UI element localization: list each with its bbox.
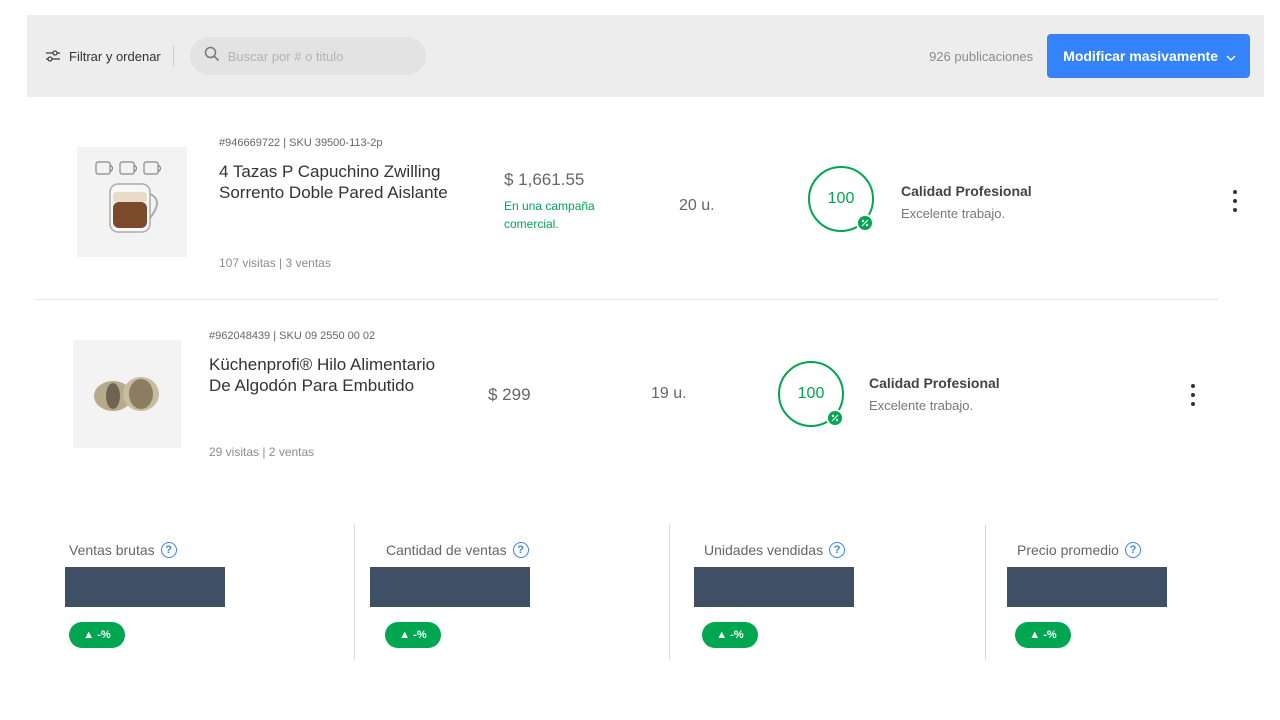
metric-label: Unidades vendidas (704, 542, 824, 558)
metric-value-redacted (370, 567, 530, 607)
listing-stock: 19 u. (651, 385, 687, 402)
listing-meta: #946669722 | SKU 39500-113-2p (219, 137, 383, 149)
help-icon[interactable]: ? (160, 542, 177, 558)
help-icon[interactable]: ? (512, 542, 529, 558)
bulk-edit-label: Modificar masivamente (1063, 48, 1218, 64)
metric-label: Cantidad de ventas (386, 542, 507, 558)
sliders-icon (45, 49, 61, 63)
listing-stock: 20 u. (679, 197, 715, 214)
help-icon[interactable]: ? (1124, 542, 1141, 558)
metric-average-price: Precio promedio ? ▲ -% (1007, 520, 1267, 665)
quality-score: 100 (797, 385, 825, 402)
toolbar-divider (172, 45, 174, 67)
metric-label: Precio promedio (1017, 542, 1119, 558)
help-icon[interactable]: ? (829, 542, 846, 558)
percent-icon (826, 409, 844, 427)
quality-subtitle: Excelente trabajo. (901, 206, 1006, 221)
publication-count: 926 publicaciones (929, 48, 1034, 64)
metric-gross-sales: Ventas brutas ? ▲ -% (65, 520, 345, 665)
listing-title[interactable]: Küchenprofi® Hilo Alimentario De Algodón… (209, 354, 439, 396)
listing-meta: #962048439 | SKU 09 2550 00 02 (209, 330, 376, 342)
search-input[interactable] (227, 48, 408, 64)
metric-value-redacted (1007, 567, 1167, 607)
quality-subtitle: Excelente trabajo. (869, 398, 974, 413)
search-icon (204, 46, 220, 67)
quality-score-ring[interactable]: 100 (778, 361, 844, 427)
listings-toolbar: Filtrar y ordenar 926 publicaciones Modi… (27, 15, 1264, 97)
campaign-badge: En una campaña comercial. (504, 199, 595, 231)
metric-value-redacted (65, 567, 225, 607)
metric-units-sold: Unidades vendidas ? ▲ -% (694, 520, 974, 665)
metric-value-redacted (694, 567, 854, 607)
listing-price: $ 299 (488, 385, 531, 404)
percent-icon (856, 214, 874, 232)
listing-row[interactable]: #946669722 | SKU 39500-113-2p 4 Tazas P … (36, 97, 1237, 300)
metric-label: Ventas brutas (69, 542, 155, 558)
metric-divider (354, 525, 355, 660)
bulk-edit-button[interactable]: Modificar masivamente (1047, 34, 1250, 78)
product-image-twine[interactable] (73, 340, 181, 448)
search-box[interactable] (189, 37, 426, 75)
more-options-icon[interactable] (1231, 190, 1239, 212)
delta-badge: ▲ -% (1015, 622, 1071, 648)
quality-title: Calidad Profesional (869, 375, 1000, 391)
delta-badge: ▲ -% (702, 622, 758, 648)
listing-stats: 29 visitas | 2 ventas (209, 445, 315, 459)
listing-row[interactable]: #962048439 | SKU 09 2550 00 02 Küchenpro… (36, 300, 1236, 490)
filter-sort-label: Filtrar y ordenar (69, 48, 161, 64)
delta-badge: ▲ -% (385, 622, 441, 648)
listing-price: $ 1,661.55 (504, 170, 585, 189)
quality-score-ring[interactable]: 100 (808, 166, 874, 232)
listing-title[interactable]: 4 Tazas P Capuchino Zwilling Sorrento Do… (219, 161, 449, 203)
metric-sales-count: Cantidad de ventas ? ▲ -% (370, 520, 650, 665)
delta-badge: ▲ -% (69, 622, 125, 648)
filter-sort-button[interactable]: Filtrar y ordenar (45, 49, 161, 64)
sales-metrics: Ventas brutas ? ▲ -% Cantidad de ventas … (0, 520, 1280, 665)
metric-divider (669, 525, 670, 660)
metric-divider (985, 525, 986, 660)
more-options-icon[interactable] (1189, 384, 1197, 406)
chevron-down-icon (1226, 48, 1236, 64)
product-image-mugs[interactable] (77, 147, 187, 257)
quality-title: Calidad Profesional (901, 183, 1032, 199)
listing-stats: 107 visitas | 3 ventas (219, 256, 331, 270)
quality-score: 100 (827, 190, 855, 207)
